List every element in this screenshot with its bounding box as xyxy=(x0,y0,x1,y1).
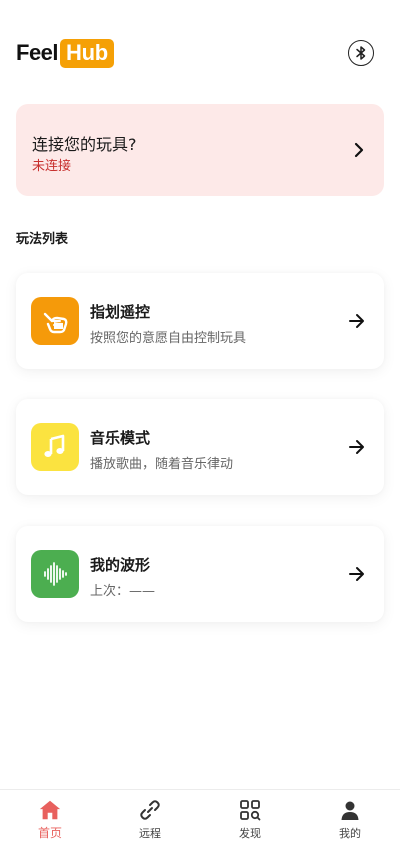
swipe-hand-icon xyxy=(31,297,79,345)
nav-label-home: 首页 xyxy=(37,826,62,840)
app-header: Feel Hub xyxy=(0,0,400,100)
waveform-icon xyxy=(31,550,79,598)
nav-item-discover[interactable]: 发现 xyxy=(200,790,300,847)
connection-status: 未连接 xyxy=(32,159,72,174)
mode-description: 按照您的意愿自由控制玩具 xyxy=(90,331,247,346)
mode-description: 上次：—— xyxy=(90,584,156,599)
mode-title: 我的波形 xyxy=(90,556,151,574)
bluetooth-button[interactable] xyxy=(348,40,374,66)
mode-title: 指划遥控 xyxy=(90,303,151,321)
nav-item-home[interactable]: 首页 xyxy=(0,790,100,847)
play-list-heading: 玩法列表 xyxy=(16,232,69,247)
chevron-right-icon xyxy=(354,142,364,158)
arrow-right-icon xyxy=(349,567,364,581)
link-icon xyxy=(138,798,162,822)
mode-description: 播放歌曲，随着音乐律动 xyxy=(90,457,234,472)
discover-grid-icon xyxy=(238,798,262,822)
music-note-icon xyxy=(31,423,79,471)
nav-item-remote[interactable]: 远程 xyxy=(100,790,200,847)
nav-label-mine: 我的 xyxy=(339,827,361,840)
mode-card-my-waveform[interactable]: 我的波形 上次：—— xyxy=(16,526,384,622)
connect-toy-card[interactable]: 连接您的玩具? 未连接 xyxy=(16,104,384,196)
user-icon xyxy=(338,798,362,822)
nav-label-remote: 远程 xyxy=(139,827,161,840)
connect-toy-title: 连接您的玩具? xyxy=(32,135,137,154)
nav-label-discover: 发现 xyxy=(239,827,261,840)
mode-card-music[interactable]: 音乐模式 播放歌曲，随着音乐律动 xyxy=(16,399,384,495)
nav-item-mine[interactable]: 我的 xyxy=(300,790,400,847)
mode-card-swipe-control[interactable]: 指划遥控 按照您的意愿自由控制玩具 xyxy=(16,273,384,369)
arrow-right-icon xyxy=(349,314,364,328)
logo-text-feel: Feel xyxy=(16,40,59,65)
home-icon xyxy=(38,798,62,822)
logo-text-hub: Hub xyxy=(60,38,114,68)
bottom-nav-bar: 首页 远程 发现 我的 xyxy=(0,789,400,847)
mode-title: 音乐模式 xyxy=(90,429,151,447)
bluetooth-icon xyxy=(356,46,366,60)
app-logo: Feel Hub xyxy=(16,36,114,70)
arrow-right-icon xyxy=(349,440,364,454)
